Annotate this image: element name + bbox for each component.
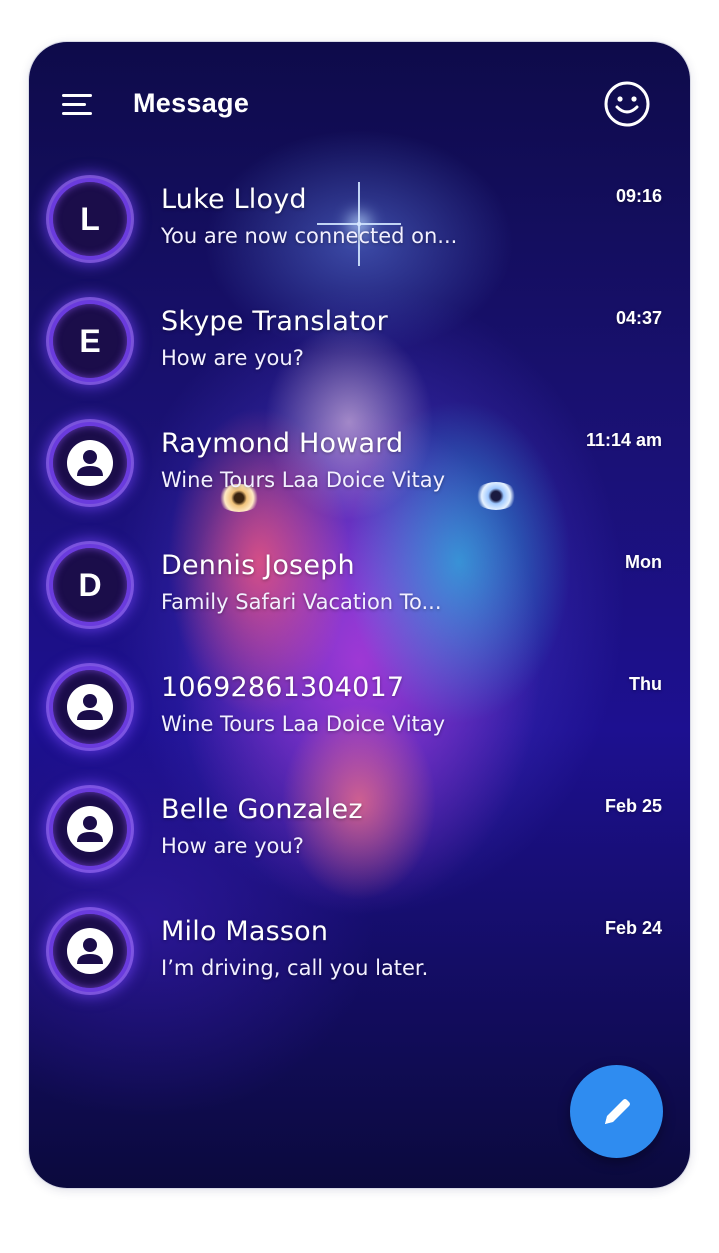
app-header: Message [29,42,690,172]
message-time: Thu [629,674,662,694]
phone-screen: Message L Luke Lloyd You are now connect… [29,42,690,1188]
conversation-row[interactable]: Milo Masson I’m driving, call you later.… [29,904,690,1026]
contact-name: 10692861304017 [161,672,405,703]
avatar: L [53,182,127,256]
menu-line [62,94,92,97]
message-preview: Wine Tours Laa Doice Vitay [161,468,446,492]
compose-button[interactable] [570,1065,663,1158]
message-preview: Family Safari Vacation To... [161,590,442,614]
avatar: E [53,304,127,378]
avatar-initial: E [79,323,101,359]
message-preview: You are now connected on... [161,224,458,248]
avatar [53,426,127,500]
conversation-row[interactable]: L Luke Lloyd You are now connected on...… [29,172,690,294]
message-time: 09:16 [615,186,662,206]
contact-name: Luke Lloyd [161,184,307,215]
message-preview: I’m driving, call you later. [161,956,429,980]
smiley-face-icon[interactable] [603,80,651,128]
avatar [53,670,127,744]
message-time: Feb 24 [604,918,662,938]
conversation-row[interactable]: D Dennis Joseph Family Safari Vacation T… [29,538,690,660]
contact-name: Belle Gonzalez [161,794,363,825]
person-icon [67,684,113,730]
message-preview: How are you? [161,346,304,370]
person-icon [67,440,113,486]
pencil-icon [605,1099,630,1124]
message-preview: Wine Tours Laa Doice Vitay [161,712,446,736]
conversation-row[interactable]: Raymond Howard Wine Tours Laa Doice Vita… [29,416,690,538]
avatar [53,792,127,866]
menu-line [62,112,92,115]
page-title: Message [133,88,250,118]
message-time: 04:37 [615,308,662,328]
message-time: Feb 25 [604,796,662,816]
conversation-row[interactable]: Belle Gonzalez How are you? Feb 25 [29,782,690,904]
conversation-row[interactable]: 10692861304017 Wine Tours Laa Doice Vita… [29,660,690,782]
contact-name: Skype Translator [161,306,388,337]
contact-name: Dennis Joseph [161,550,355,581]
contact-name: Milo Masson [161,916,329,947]
avatar-initial: L [80,201,100,237]
conversation-row[interactable]: E Skype Translator How are you? 04:37 [29,294,690,416]
message-preview: How are you? [161,834,304,858]
contact-name: Raymond Howard [161,428,404,459]
message-time: 11:14 am [585,430,662,450]
menu-line [62,103,86,106]
person-icon [67,928,113,974]
hamburger-menu-icon[interactable] [62,94,94,118]
person-icon [67,806,113,852]
message-time: Mon [625,552,662,572]
avatar-initial: D [78,567,102,603]
avatar: D [53,548,127,622]
avatar [53,914,127,988]
